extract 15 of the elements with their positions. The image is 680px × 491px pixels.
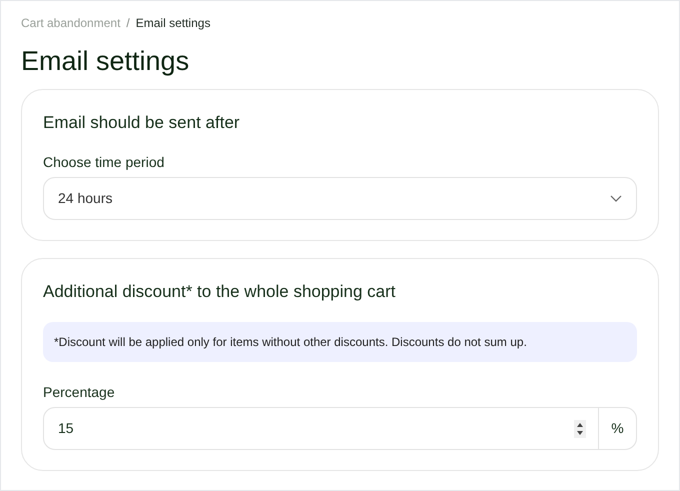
section-heading: Email should be sent after: [43, 112, 241, 134]
info-note: *Discount will be applied only for items without other discounts. Discounts do not sum up.: [43, 322, 637, 362]
chevron-down-icon: [610, 194, 622, 202]
number-input[interactable]: 15: [44, 418, 574, 439]
breadcrumb-separator: /: [126, 15, 130, 32]
select-value: 24 hours: [58, 189, 112, 208]
spinner-icon[interactable]: [574, 420, 586, 438]
percentage-field[interactable]: 15 %: [43, 407, 637, 450]
time-period-select[interactable]: 24 hours: [43, 177, 637, 220]
page-title: Email settings: [21, 45, 190, 78]
breadcrumb-link[interactable]: Email settings: [136, 14, 210, 32]
unit-suffix: %: [598, 408, 636, 449]
field-label: Percentage: [43, 383, 116, 402]
section-heading: Additional discount* to the whole shopping cart: [43, 281, 397, 303]
field-label: Choose time period: [43, 153, 166, 172]
